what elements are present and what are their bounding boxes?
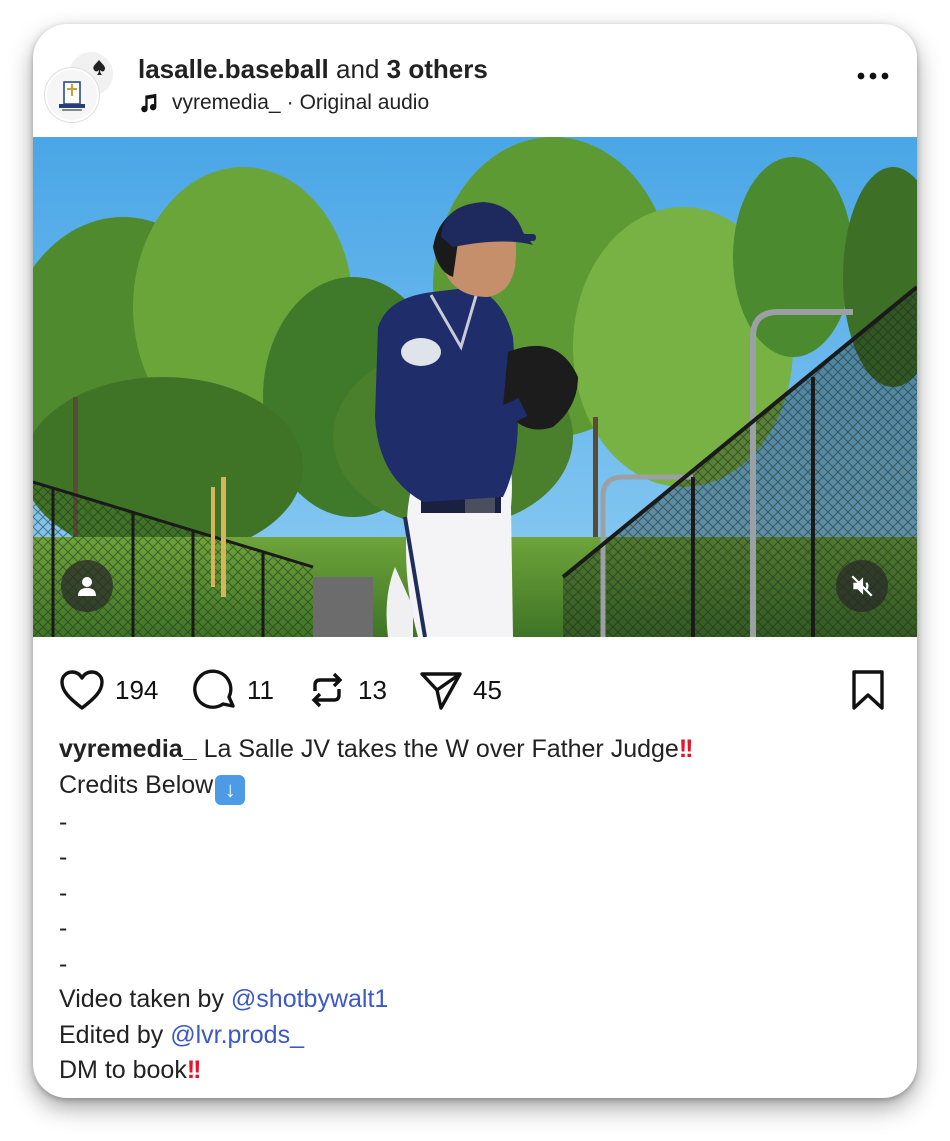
music-note-icon	[141, 93, 157, 113]
repost-count: 13	[358, 674, 387, 705]
share-button[interactable]: 45	[419, 669, 502, 711]
repost-button[interactable]: 13	[306, 669, 387, 711]
comment-count: 11	[247, 674, 274, 705]
dm-text: DM to book	[59, 1056, 187, 1084]
audio-line[interactable]: vyremedia_ · Original audio	[138, 91, 429, 115]
like-count: 194	[115, 674, 159, 705]
caption-dm-line: DM to book!!	[59, 1053, 899, 1089]
mention-lvr-prods[interactable]: @lvr.prods_	[170, 1021, 304, 1049]
caption-dash: -	[59, 878, 68, 907]
audio-user: vyremedia_	[172, 91, 281, 114]
caption-credit-edit: Edited by @lvr.prods_	[59, 1018, 899, 1054]
and-text: and	[336, 54, 380, 84]
post-caption: vyremedia_ La Salle JV takes the W over …	[59, 732, 899, 1089]
comment-button[interactable]: 11	[193, 669, 274, 711]
caption-text-2: Credits Below	[59, 770, 214, 799]
caption-line-1: vyremedia_ La Salle JV takes the W over …	[59, 732, 899, 768]
post-card: lasalle.baseball and 3 others vyremedia_…	[33, 24, 917, 1098]
heart-icon	[60, 670, 104, 710]
post-video[interactable]	[33, 137, 917, 637]
audio-label: Original audio	[299, 91, 430, 114]
caption-dash: -	[59, 914, 68, 942]
repost-icon	[311, 672, 343, 708]
avatar-lasalle[interactable]	[45, 68, 99, 122]
double-exclamation-emoji: !!	[186, 1056, 202, 1084]
video-frame	[33, 137, 917, 637]
more-icon	[857, 72, 889, 80]
bookmark-icon	[852, 670, 884, 710]
caption-dash: -	[59, 807, 68, 836]
share-count: 45	[473, 674, 502, 705]
save-button[interactable]	[850, 669, 886, 711]
account-name[interactable]: lasalle.baseball	[138, 54, 329, 84]
caption-credit-video: Video taken by @shotbywalt1	[59, 982, 899, 1018]
caption-username[interactable]: vyremedia_	[59, 735, 197, 763]
comment-icon	[193, 669, 235, 709]
action-bar: 194 11 13 45	[33, 637, 917, 737]
down-arrow-emoji: ↓	[215, 774, 246, 805]
post-title: lasalle.baseball and 3 others	[138, 54, 488, 85]
double-exclamation-emoji: !!	[678, 735, 694, 763]
post-header: lasalle.baseball and 3 others vyremedia_…	[33, 24, 917, 137]
caption-line-2: Credits Below ↓	[59, 768, 899, 805]
more-options-button[interactable]	[857, 68, 889, 86]
caption-dash: -	[59, 949, 68, 978]
caption-dash: -	[59, 843, 68, 871]
person-icon	[78, 577, 96, 596]
muted-speaker-icon	[851, 575, 873, 597]
collaborator-avatars[interactable]	[45, 50, 115, 122]
lasalle-crest-icon	[59, 81, 85, 111]
send-icon	[420, 672, 462, 710]
edited-prefix: Edited by	[59, 1020, 164, 1049]
mention-shotbywalt1[interactable]: @shotbywalt1	[231, 985, 388, 1013]
tag-people-button[interactable]	[61, 560, 113, 612]
audio-separator: ·	[286, 91, 294, 114]
mute-toggle-button[interactable]	[836, 560, 888, 612]
video-prefix: Video taken by	[59, 985, 224, 1013]
like-button[interactable]: 194	[59, 669, 158, 711]
others-link[interactable]: 3 others	[387, 54, 488, 84]
caption-text-1: La Salle JV takes the W over Father Judg…	[203, 735, 679, 763]
